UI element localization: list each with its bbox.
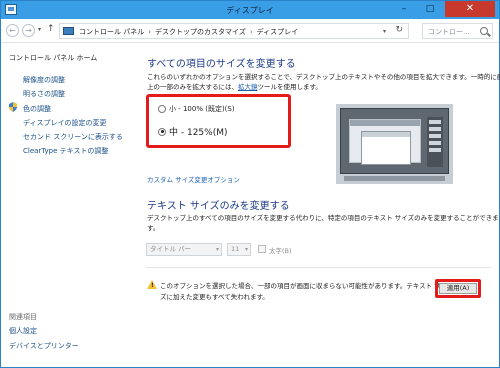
preview-window-front	[361, 131, 411, 165]
apply-highlight: 適用(A)	[435, 279, 481, 298]
text-item-select[interactable]: タイトル バー ▾	[146, 243, 222, 256]
sidebar-item-personalization[interactable]: 個人設定	[9, 326, 37, 336]
maximize-button[interactable]: □	[419, 1, 441, 17]
warning-text-1: このオプションを選択した場合、一部の項目が画面に収まらない可能性があります。テキ…	[160, 282, 448, 290]
apply-button[interactable]: 適用(A)	[439, 283, 477, 294]
address-toolbar: ← → ▾ ↑ コントロール パネル › デスクトップのカスタマイズ › ディスプレイ …	[1, 19, 499, 43]
sidebar-item-display-settings[interactable]: ディスプレイの設定の変更	[23, 118, 107, 128]
font-size-value: 11	[231, 245, 240, 253]
magnifier-link[interactable]: 拡大鏡	[238, 83, 258, 91]
text-size-heading: テキスト サイズのみを変更する	[147, 201, 290, 212]
chevron-down-icon: ▾	[215, 246, 219, 253]
sidebar-control-panel-home[interactable]: コントロール パネル ホーム	[9, 53, 97, 63]
search-field[interactable]: コントロー...	[422, 23, 493, 39]
size-option-small[interactable]: 小 - 100% (既定)(S)	[158, 104, 235, 114]
shield-icon	[9, 102, 17, 112]
font-size-select[interactable]: 11 ▾	[227, 243, 251, 256]
preview-taskbar	[344, 176, 445, 181]
warning-icon: !	[147, 280, 157, 289]
sidebar-item-cleartype[interactable]: ClearType テキストの調整	[23, 146, 108, 156]
sidebar-item-devices-printers[interactable]: デバイスとプリンター	[9, 341, 79, 351]
see-also-header: 関連項目	[9, 313, 37, 321]
search-placeholder: コントロー...	[428, 28, 470, 36]
close-button[interactable]: ✕	[445, 1, 495, 17]
preview-sidebar	[427, 117, 443, 167]
search-icon[interactable]	[480, 27, 488, 35]
radio-medium[interactable]	[158, 127, 166, 136]
breadcrumb-separator[interactable]: ›	[148, 28, 151, 36]
breadcrumb: コントロール パネル › デスクトップのカスタマイズ › ディスプレイ	[79, 27, 298, 37]
bold-checkbox[interactable]	[258, 245, 266, 253]
divider	[146, 267, 491, 268]
breadcrumb-display[interactable]: ディスプレイ	[257, 28, 299, 36]
address-dropdown-icon[interactable]: ▾	[383, 28, 386, 35]
preview-screen	[340, 108, 449, 174]
minimize-button[interactable]: –	[393, 1, 415, 17]
control-panel-address-icon	[63, 27, 74, 35]
back-button[interactable]: ←	[6, 24, 19, 37]
page-heading: すべての項目のサイズを変更する	[147, 59, 296, 70]
text-size-description-1: デスクトップ上のすべての項目のサイズを変更する代わりに、特定の項目のテキスト サ…	[147, 214, 499, 222]
size-options-highlight: 小 - 100% (既定)(S) 中 - 125%(M)	[146, 94, 291, 148]
sidebar-item-brightness[interactable]: 明るさの調整	[23, 89, 65, 99]
display-preview-image	[336, 104, 453, 184]
address-field[interactable]: コントロール パネル › デスクトップのカスタマイズ › ディスプレイ ▾ ↻	[59, 23, 409, 39]
recent-pages-dropdown[interactable]: ▾	[38, 26, 41, 33]
sidebar-item-second-screen[interactable]: セカンド スクリーンに表示する	[23, 132, 123, 142]
up-button[interactable]: ↑	[47, 24, 55, 34]
custom-sizing-link[interactable]: カスタム サイズ変更オプション	[147, 174, 240, 184]
description-line-1: これらのいずれかのオプションを選択することで、デスクトップ上のテキストやその他の…	[147, 73, 500, 81]
radio-small[interactable]	[158, 105, 166, 113]
breadcrumb-separator[interactable]: ›	[250, 28, 253, 36]
forward-button[interactable]: →	[22, 24, 35, 37]
description-prefix: 上の一部のみを拡大するには、	[147, 83, 238, 91]
size-option-medium-label: 中 - 125%(M)	[169, 128, 228, 138]
description-line-2: 上の一部のみを拡大するには、拡大鏡ツールを使用します。	[147, 81, 322, 91]
title-bar: ディスプレイ – □ ✕	[1, 1, 499, 19]
bold-label: 太字(B)	[269, 247, 292, 255]
text-item-value: タイトル バー	[150, 245, 192, 253]
sidebar-item-color[interactable]: 色の調整	[23, 104, 51, 114]
breadcrumb-desktop-customization[interactable]: デスクトップのカスタマイズ	[155, 28, 246, 36]
description-suffix: ツールを使用します。	[257, 83, 322, 91]
size-option-small-label: 小 - 100% (既定)(S)	[169, 105, 235, 113]
breadcrumb-control-panel[interactable]: コントロール パネル	[79, 28, 144, 36]
display-window: ディスプレイ – □ ✕ ← → ▾ ↑ コントロール パネル › デスクトップのカ…	[0, 0, 500, 368]
warning-text-2: ズに加えた変更もすべて失われます。	[160, 293, 269, 301]
text-size-description-2: す。	[147, 224, 160, 232]
sidebar-item-resolution[interactable]: 解像度の調整	[23, 75, 65, 85]
refresh-icon[interactable]: ↻	[395, 25, 403, 35]
chevron-down-icon: ▾	[244, 246, 248, 253]
size-option-medium[interactable]: 中 - 125%(M)	[158, 125, 228, 138]
